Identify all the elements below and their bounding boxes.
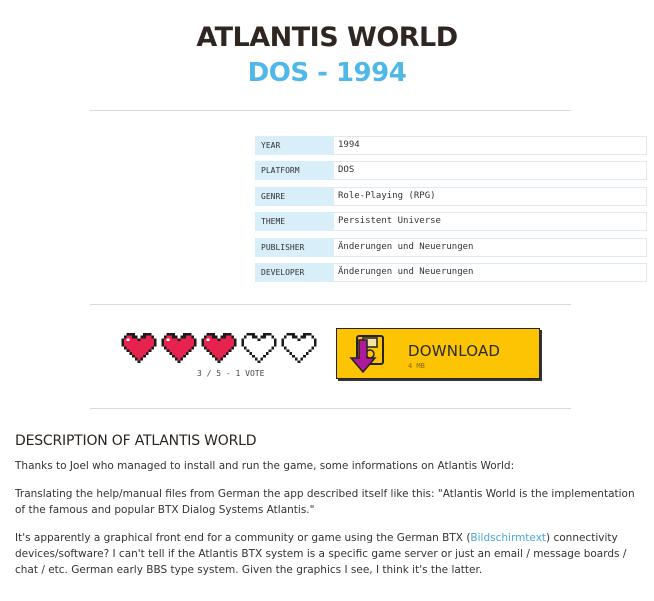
info-key: PUBLISHER (255, 237, 334, 257)
info-row-publisher: PUBLISHER Änderungen und Neuerungen (255, 237, 647, 257)
info-key: YEAR (255, 136, 334, 155)
info-row-platform: PLATFORM DOS (255, 161, 647, 181)
download-button[interactable]: DOWNLOAD 4 MB (336, 328, 540, 379)
heart-filled-icon[interactable] (120, 333, 158, 363)
heart-empty-icon[interactable] (240, 333, 278, 363)
description-paragraph: Translating the help/manual files from G… (15, 488, 635, 516)
info-value: Role-Playing (RPG) (334, 186, 647, 206)
description-title: DESCRIPTION OF ATLANTIS WORLD (15, 433, 257, 449)
heart-filled-icon[interactable] (160, 333, 198, 363)
description-paragraph: Thanks to Joel who managed to install an… (15, 460, 515, 472)
page-subtitle: DOS - 1994 (247, 58, 407, 88)
info-key: GENRE (255, 186, 334, 206)
divider (90, 110, 571, 111)
download-label: DOWNLOAD (408, 342, 501, 360)
heart-filled-icon[interactable] (200, 333, 238, 363)
divider (90, 408, 571, 409)
info-row-genre: GENRE Role-Playing (RPG) (255, 186, 647, 206)
info-row-theme: THEME Persistent Universe (255, 212, 647, 232)
download-disk-icon (349, 335, 384, 374)
info-value: DOS (334, 161, 647, 181)
divider (90, 304, 571, 305)
bildschirmtext-link[interactable]: Bildschirmtext (470, 532, 546, 544)
info-value: Persistent Universe (334, 212, 647, 232)
download-size: 4 MB (408, 362, 425, 370)
info-row-year: YEAR 1994 (255, 136, 647, 155)
info-key: PLATFORM (255, 161, 334, 181)
info-key: THEME (255, 212, 334, 232)
info-key: DEVELOPER (255, 262, 334, 282)
info-value: Änderungen und Neuerungen (334, 262, 647, 282)
rating-label: 3 / 5 - 1 VOTE (197, 369, 265, 378)
rating-hearts (120, 333, 318, 363)
heart-empty-icon[interactable] (280, 333, 318, 363)
paragraph-text: It's apparently a graphical front end fo… (15, 532, 471, 544)
page-title: ATLANTIS WORLD (196, 22, 458, 53)
info-table: YEAR 1994 PLATFORM DOS GENRE Role-Playin… (255, 136, 647, 288)
info-value: 1994 (334, 136, 647, 155)
info-value: Änderungen und Neuerungen (334, 237, 647, 257)
info-row-developer: DEVELOPER Änderungen und Neuerungen (255, 262, 647, 282)
description-paragraph: It's apparently a graphical front end fo… (15, 530, 645, 578)
